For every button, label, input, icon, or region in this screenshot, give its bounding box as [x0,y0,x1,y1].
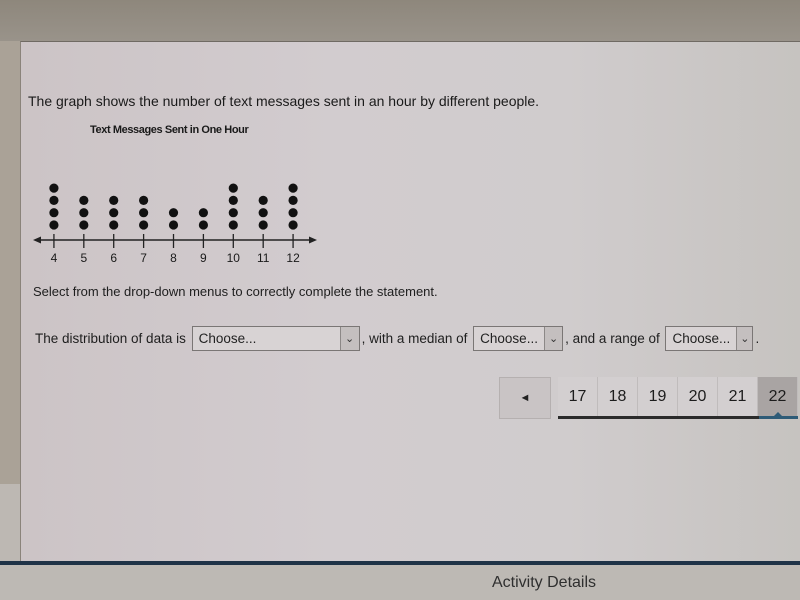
page-button[interactable]: 21 [718,377,758,416]
page-button[interactable]: 18 [598,377,638,416]
data-dot [168,220,179,230]
data-dot [139,195,149,205]
data-dot [288,208,298,218]
distribution-dropdown-value: Choose... [198,330,257,346]
data-dot [139,208,149,218]
data-dot [228,220,238,230]
left-arrow-icon [33,236,41,244]
data-dot [139,220,149,230]
tick-label: 8 [170,251,177,265]
statement-part2: , with a median of [361,330,472,346]
data-dot [49,195,59,205]
tick-label: 7 [140,251,147,265]
data-dot [258,220,268,230]
data-dot [258,195,268,205]
page-button[interactable]: 20 [678,377,718,416]
page-number: 18 [608,387,627,405]
tick-label: 12 [286,251,300,265]
browser-top-bar [0,0,800,41]
data-dot [228,195,238,205]
range-dropdown-value: Choose... [672,330,731,346]
page-number: 20 [688,387,707,405]
data-dot [288,183,298,193]
question-pager: ◄ 17 18 19 20 21 22 [499,377,798,419]
distribution-dropdown[interactable]: Choose... ⌄ [191,325,360,351]
triangle-left-icon: ◄ [519,392,531,404]
data-dot [228,208,238,218]
chevron-down-icon[interactable]: ⌄ [736,326,753,350]
chart-title: Text Messages Sent in One Hour [90,124,249,136]
page-button[interactable]: 19 [638,377,678,416]
page-number: 19 [648,387,667,405]
median-dropdown[interactable]: Choose... ⌄ [473,325,564,351]
data-dot [109,195,119,205]
data-dot [228,183,238,193]
data-dot [109,208,119,218]
data-dot [79,208,89,218]
statement-row: The distribution of data is Choose... ⌄ … [35,324,759,352]
footer-bar [0,565,800,600]
question-panel [20,41,800,562]
right-arrow-icon [309,236,317,244]
data-dot [198,208,208,218]
statement-part3: , and a range of [565,330,664,346]
activity-details-title[interactable]: Activity Details [492,574,596,592]
page-number: 21 [728,387,747,405]
data-dot [168,208,179,218]
page-number: 17 [568,387,587,405]
previous-page-button[interactable]: ◄ [499,377,551,419]
statement-part1: The distribution of data is [35,330,190,346]
tick-label: 4 [51,251,58,265]
data-dot [49,183,59,193]
dot-plot: 4 5 6 7 8 9 10 11 12 [33,183,317,265]
instruction-text: Select from the drop-down menus to corre… [33,284,438,299]
data-dot [109,220,119,230]
data-dot [288,220,298,230]
left-margin [0,41,20,484]
data-dot [288,195,298,205]
chevron-down-icon[interactable]: ⌄ [339,326,359,350]
data-dot [198,220,208,230]
statement-part4: . [755,330,760,346]
active-page-indicator [759,416,798,419]
tick-label: 9 [200,251,207,265]
data-dot [79,195,89,205]
data-dot [49,208,59,218]
range-dropdown[interactable]: Choose... ⌄ [665,325,754,351]
data-dot [258,208,268,218]
tick-label: 5 [80,251,87,265]
active-page-caret [774,412,782,416]
page-button[interactable]: 17 [558,377,598,416]
data-dot [49,220,59,230]
question-prompt: The graph shows the number of text messa… [28,93,540,109]
tick-label: 10 [227,251,241,265]
page-list: 17 18 19 20 21 22 [558,377,798,419]
page-number: 22 [768,387,787,405]
page-button-active[interactable]: 22 [758,377,798,416]
tick-label: 6 [110,251,117,265]
chevron-down-icon[interactable]: ⌄ [543,326,563,350]
median-dropdown-value: Choose... [480,330,538,346]
data-dot [79,220,89,230]
tick-label: 11 [257,251,270,265]
